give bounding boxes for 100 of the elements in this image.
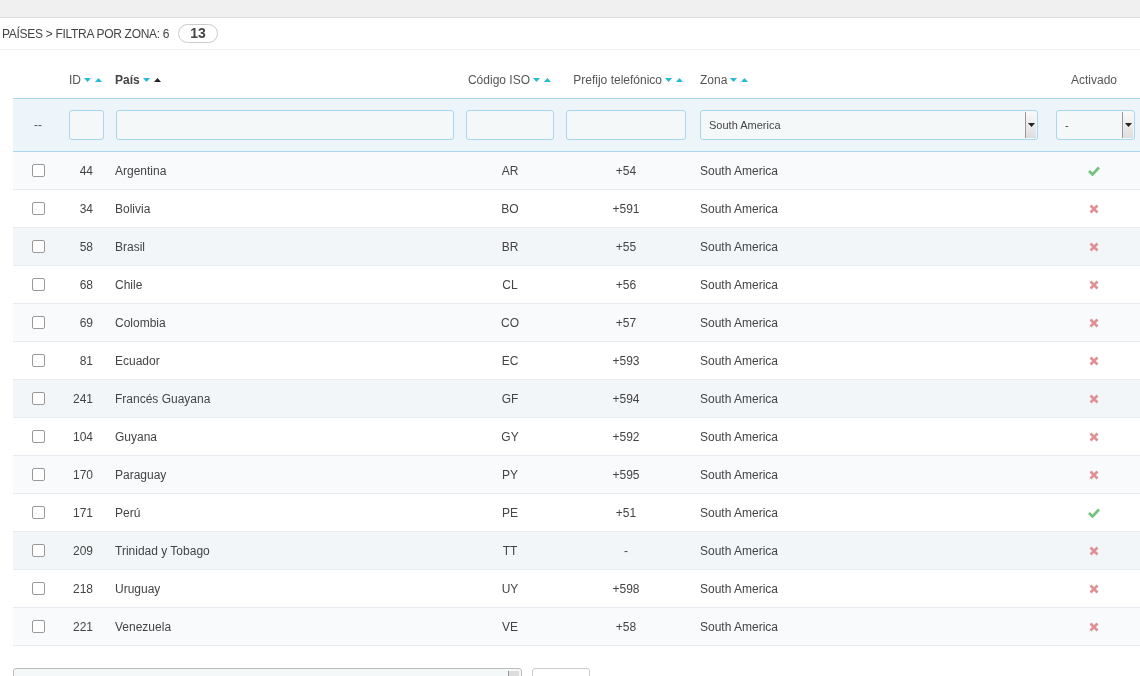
filter-input[interactable] (566, 110, 686, 140)
zone-cell: South America (700, 239, 779, 254)
cross-icon[interactable] (1089, 545, 1099, 556)
phone-prefix-cell: +51 (615, 505, 637, 520)
row-checkbox[interactable] (31, 468, 45, 481)
iso-code-cell: PE (502, 505, 518, 520)
phone-prefix-cell: +594 (612, 391, 640, 406)
column-header: Zona (700, 73, 728, 87)
caret-icon (1027, 123, 1035, 127)
id-cell: 171 (72, 505, 93, 520)
zone-cell: South America (700, 581, 779, 596)
check-icon[interactable] (1088, 507, 1100, 518)
bulk-select-toggle[interactable]: -- (34, 118, 42, 132)
country-cell: Ecuador (115, 353, 160, 368)
caret-icon (1124, 123, 1132, 127)
iso-code-cell: AR (501, 163, 519, 178)
country-cell: Trinidad y Tobago (115, 543, 210, 558)
phone-prefix-cell: - (624, 543, 628, 558)
iso-code-cell: GF (501, 391, 519, 406)
check-icon[interactable] (1088, 165, 1100, 176)
row-checkbox[interactable] (31, 164, 45, 177)
row-checkbox[interactable] (31, 316, 45, 329)
phone-prefix-cell: +58 (615, 619, 637, 634)
cross-icon[interactable] (1089, 469, 1099, 480)
column-header: Prefijo telefónico (573, 73, 662, 87)
iso-code-cell: EC (501, 353, 519, 368)
zone-cell: South America (700, 505, 779, 520)
phone-prefix-cell: +591 (612, 201, 640, 216)
id-cell: 241 (72, 391, 93, 406)
cross-icon[interactable] (1089, 393, 1099, 404)
iso-code-cell: CO (501, 315, 519, 330)
row-checkbox[interactable] (31, 240, 45, 253)
cross-icon[interactable] (1089, 583, 1099, 594)
id-cell: 58 (79, 239, 93, 254)
phone-prefix-cell: +593 (612, 353, 640, 368)
phone-prefix-cell: +54 (615, 163, 637, 178)
row-checkbox[interactable] (31, 544, 45, 557)
zone-cell: South America (700, 391, 779, 406)
column-header: País (115, 73, 140, 87)
iso-code-cell: BO (501, 201, 519, 216)
phone-prefix-cell: +595 (612, 467, 640, 482)
cross-icon[interactable] (1089, 621, 1099, 632)
phone-prefix-cell: +598 (612, 581, 640, 596)
id-cell: 44 (79, 163, 93, 178)
zone-cell: South America (700, 315, 779, 330)
row-checkbox[interactable] (31, 430, 45, 443)
column-header: Activado (1071, 73, 1117, 87)
zone-cell: South America (700, 619, 779, 634)
iso-code-cell: VE (502, 619, 518, 634)
zone-cell: South America (700, 201, 779, 216)
id-cell: 69 (79, 315, 93, 330)
row-checkbox[interactable] (31, 620, 45, 633)
country-cell: Uruguay (115, 581, 161, 596)
row-checkbox[interactable] (31, 278, 45, 291)
id-cell: 104 (72, 429, 93, 444)
zone-cell: South America (700, 467, 779, 482)
iso-code-cell: CL (502, 277, 518, 292)
country-cell: Guyana (115, 429, 158, 444)
country-cell: Colombia (115, 315, 166, 330)
row-checkbox[interactable] (31, 506, 45, 519)
country-cell: Venezuela (115, 619, 172, 634)
country-cell: Bolivia (115, 201, 151, 216)
zone-filter-select[interactable]: South America (700, 110, 1038, 140)
cross-icon[interactable] (1089, 317, 1099, 328)
phone-prefix-cell: +592 (612, 429, 640, 444)
breadcrumb: PAÍSES > FILTRA POR ZONA: 6 (2, 26, 170, 41)
id-cell: 209 (72, 543, 93, 558)
iso-code-cell: BR (501, 239, 519, 254)
id-cell: 68 (79, 277, 93, 292)
country-cell: Perú (115, 505, 141, 520)
id-cell: 218 (72, 581, 93, 596)
phone-prefix-cell: +55 (615, 239, 637, 254)
filter-input[interactable] (466, 110, 554, 140)
filter-input[interactable] (69, 110, 104, 140)
cross-icon[interactable] (1089, 431, 1099, 442)
row-checkbox[interactable] (31, 582, 45, 595)
country-cell: Francés Guayana (115, 391, 211, 406)
filter-input[interactable] (116, 110, 454, 140)
iso-code-cell: UY (501, 581, 519, 596)
active-filter-select[interactable]: - (1056, 110, 1135, 140)
iso-code-cell: GY (501, 429, 519, 444)
id-cell: 221 (72, 619, 93, 634)
country-cell: Paraguay (115, 467, 167, 482)
id-cell: 81 (79, 353, 93, 368)
zone-cell: South America (700, 429, 779, 444)
cross-icon[interactable] (1089, 279, 1099, 290)
zone-cell: South America (700, 163, 779, 178)
zone-cell: South America (700, 353, 779, 368)
cross-icon[interactable] (1089, 355, 1099, 366)
column-header: ID (69, 73, 81, 87)
row-checkbox[interactable] (31, 354, 45, 367)
country-cell: Argentina (115, 163, 167, 178)
row-checkbox[interactable] (31, 392, 45, 405)
sort-arrows-icon[interactable] (141, 76, 162, 84)
cross-icon[interactable] (1089, 203, 1099, 214)
row-checkbox[interactable] (31, 202, 45, 215)
zone-cell: South America (700, 543, 779, 558)
id-cell: 170 (72, 467, 93, 482)
country-cell: Brasil (115, 239, 145, 254)
cross-icon[interactable] (1089, 241, 1099, 252)
